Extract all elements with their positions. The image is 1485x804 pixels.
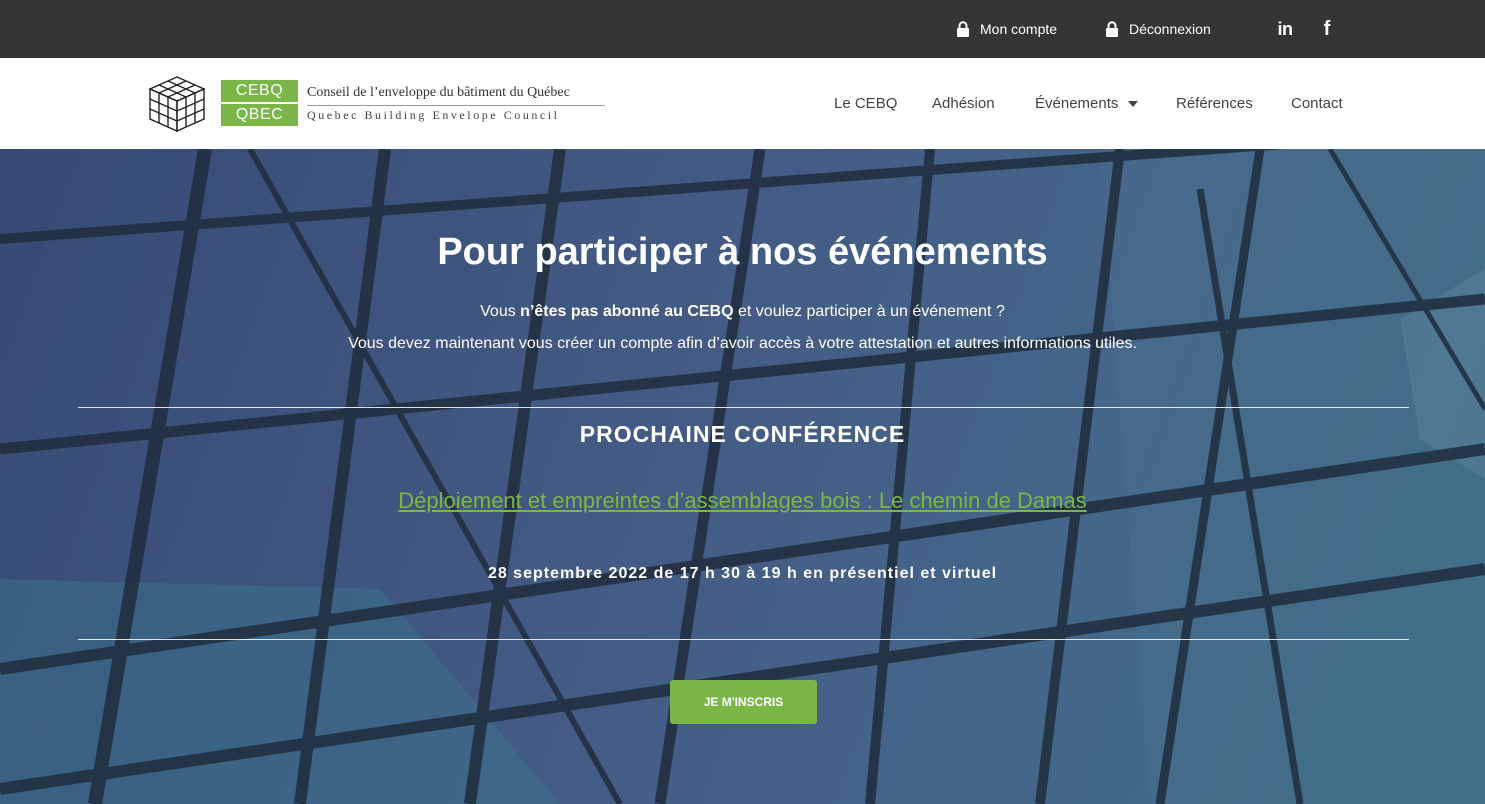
my-account-link[interactable]: Mon compte <box>956 19 1057 39</box>
intro-text-bold: n’êtes pas abonné au CEBQ <box>520 303 734 320</box>
hero-title: Pour participer à nos événements <box>437 231 1048 273</box>
conference-title-link[interactable]: Déploiement et empreintes d’assemblages … <box>398 488 1086 513</box>
nav-item-evenements-label: Événements <box>1035 95 1119 112</box>
logo-divider <box>307 105 605 106</box>
logo-acronyms: CEBQ QBEC <box>221 80 298 126</box>
caret-down-icon <box>1128 100 1139 107</box>
next-conference-heading: PROCHAINE CONFÉRENCE <box>579 421 906 447</box>
nav-item-evenements[interactable]: Événements <box>1035 95 1139 112</box>
register-button[interactable]: JE M'INSCRIS <box>670 680 817 724</box>
intro-text-start: Vous <box>480 303 521 320</box>
cube-logo-icon <box>148 76 206 133</box>
logout-label: Déconnexion <box>1129 21 1211 37</box>
logo-acronym-en: QBEC <box>221 104 298 126</box>
site-header: CEBQ QBEC Conseil de l’enveloppe du bâti… <box>0 58 1485 149</box>
lock-icon <box>1106 20 1118 37</box>
nav-item-contact[interactable]: Contact <box>1291 95 1343 112</box>
section-divider <box>78 407 1409 408</box>
facebook-icon[interactable]: f <box>1318 18 1336 40</box>
site-logo[interactable]: CEBQ QBEC Conseil de l’enveloppe du bâti… <box>146 75 611 133</box>
hero-intro-line2: Vous devez maintenant vous créer un comp… <box>348 335 1137 352</box>
lock-icon <box>957 20 969 37</box>
conference-title-link-row: Déploiement et empreintes d’assemblages … <box>0 488 1485 514</box>
section-divider <box>78 639 1409 640</box>
logo-acronym-fr: CEBQ <box>221 80 298 102</box>
nav-item-adhesion[interactable]: Adhésion <box>932 95 995 112</box>
intro-text-end: et voulez participer à un événement ? <box>733 303 1005 320</box>
my-account-label: Mon compte <box>980 21 1058 37</box>
linkedin-icon[interactable]: in <box>1274 18 1296 40</box>
nav-item-le-cebq[interactable]: Le CEBQ <box>834 95 897 112</box>
conference-date: 28 septembre 2022 de 17 h 30 à 19 h en p… <box>487 565 998 582</box>
hero-intro-line1: Vous n’êtes pas abonné au CEBQ et voulez… <box>0 303 1485 321</box>
hero-section: Pour participer à nos événements Vous n’… <box>0 149 1485 804</box>
nav-item-references[interactable]: Références <box>1176 95 1253 112</box>
logo-name-fr: Conseil de l’enveloppe du bâtiment du Qu… <box>307 85 570 100</box>
logo-name-en: Quebec Building Envelope Council <box>307 108 560 122</box>
top-bar: Mon compte Déconnexion in f <box>0 0 1485 58</box>
logout-link[interactable]: Déconnexion <box>1105 19 1211 39</box>
